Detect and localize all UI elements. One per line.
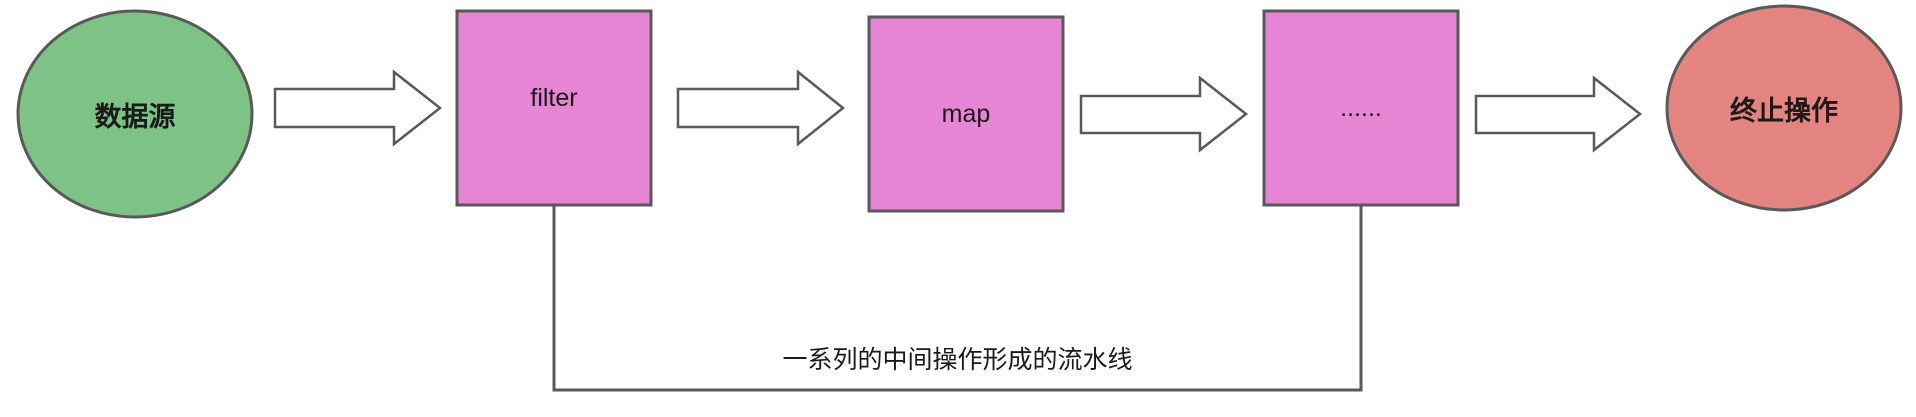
source-node-label: 数据源 <box>94 101 176 132</box>
map-node-label: map <box>941 99 991 128</box>
more-node-label: ...... <box>1340 93 1382 122</box>
arrow-filter-to-map <box>676 69 846 147</box>
filter-node-label: filter <box>530 84 578 112</box>
arrow-more-to-terminal <box>1474 75 1643 153</box>
terminal-node-label: 终止操作 <box>1730 95 1838 126</box>
diagram-canvas: 数据源 filter map ...... 终止操作 一系列的中间操作形成的流水… <box>0 0 1916 417</box>
arrow-map-to-more <box>1079 75 1249 153</box>
pipeline-caption: 一系列的中间操作形成的流水线 <box>782 346 1133 374</box>
arrow-source-to-filter <box>273 69 443 147</box>
